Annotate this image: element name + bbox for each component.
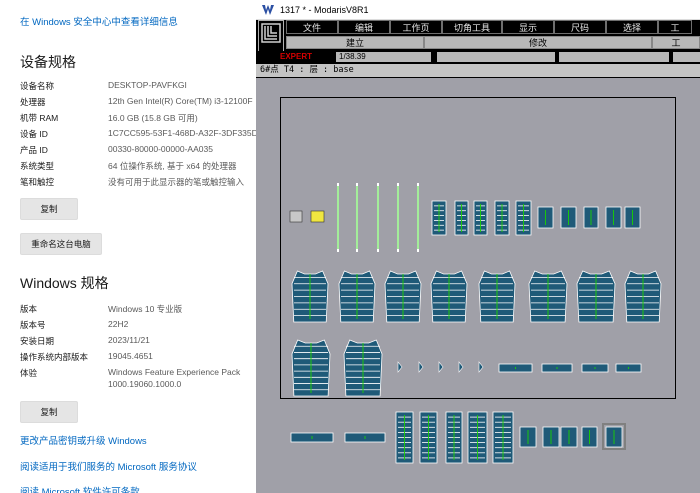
spec-row: 机带 RAM 16.0 GB (15.8 GB 可用) xyxy=(20,113,198,123)
pattern-piece[interactable] xyxy=(397,361,403,373)
spec-row: 操作系统内部版本 19045.4651 xyxy=(20,351,153,362)
spec-row: 设备名称 DESKTOP-PAVFKGI xyxy=(20,80,187,91)
spec-row: 安装日期 2023/11/21 xyxy=(20,335,150,346)
service-agreement-link[interactable]: 阅读适用于我们服务的 Microsoft 服务协议 xyxy=(20,459,197,473)
security-center-link[interactable]: 在 Windows 安全中心中查看详细信息 xyxy=(20,14,178,28)
pattern-piece[interactable] xyxy=(418,361,424,373)
copy-device-specs-button[interactable]: 复制 xyxy=(20,198,78,220)
pattern-pieces-svg xyxy=(289,183,662,464)
spec-row: 系统类型 64 位操作系统, 基于 x64 的处理器 xyxy=(20,161,237,171)
spec-row: 处理器 12th Gen Intel(R) Core(TM) i3-12100F xyxy=(20,96,253,107)
marker-piece[interactable] xyxy=(289,210,303,223)
pattern-piece[interactable] xyxy=(478,361,484,373)
spec-row: 1000.19060.1000.0 xyxy=(108,379,182,389)
spec-row: 产品 ID 00330-80000-00000-AA035 xyxy=(20,144,213,155)
spec-row: 体验 Windows Feature Experience Pack xyxy=(20,367,241,378)
spec-row: 笔和触控 没有可用于此显示器的笔或触控输入 xyxy=(20,177,245,187)
windows-specs-title: Windows 规格 xyxy=(20,275,109,291)
rename-pc-button[interactable]: 重命名这台电脑 xyxy=(20,233,102,255)
pattern-piece[interactable] xyxy=(458,361,464,373)
marker-piece[interactable] xyxy=(310,210,325,223)
device-specs-title: 设备规格 xyxy=(20,54,76,70)
change-product-key-link[interactable]: 更改产品密钥或升级 Windows xyxy=(20,433,147,447)
license-terms-link[interactable]: 阅读 Microsoft 软件许可条款 xyxy=(20,484,140,493)
pattern-piece[interactable] xyxy=(438,361,444,373)
modaris-window: 1317 * - ModarisV8R1 文件 编辑 工作页 切角工具 显示 尺… xyxy=(256,0,700,493)
spec-row: 版本号 22H2 xyxy=(20,319,129,330)
spec-row: 设备 ID 1C7CC595-53F1-468D-A32F-3DF335D xyxy=(20,128,256,139)
copy-windows-specs-button[interactable]: 复制 xyxy=(20,401,78,423)
windows-settings-pane: 在 Windows 安全中心中查看详细信息 设备规格 设备名称 DESKTOP-P… xyxy=(0,0,256,493)
spec-row: 版本 Windows 10 专业版 xyxy=(20,304,183,314)
